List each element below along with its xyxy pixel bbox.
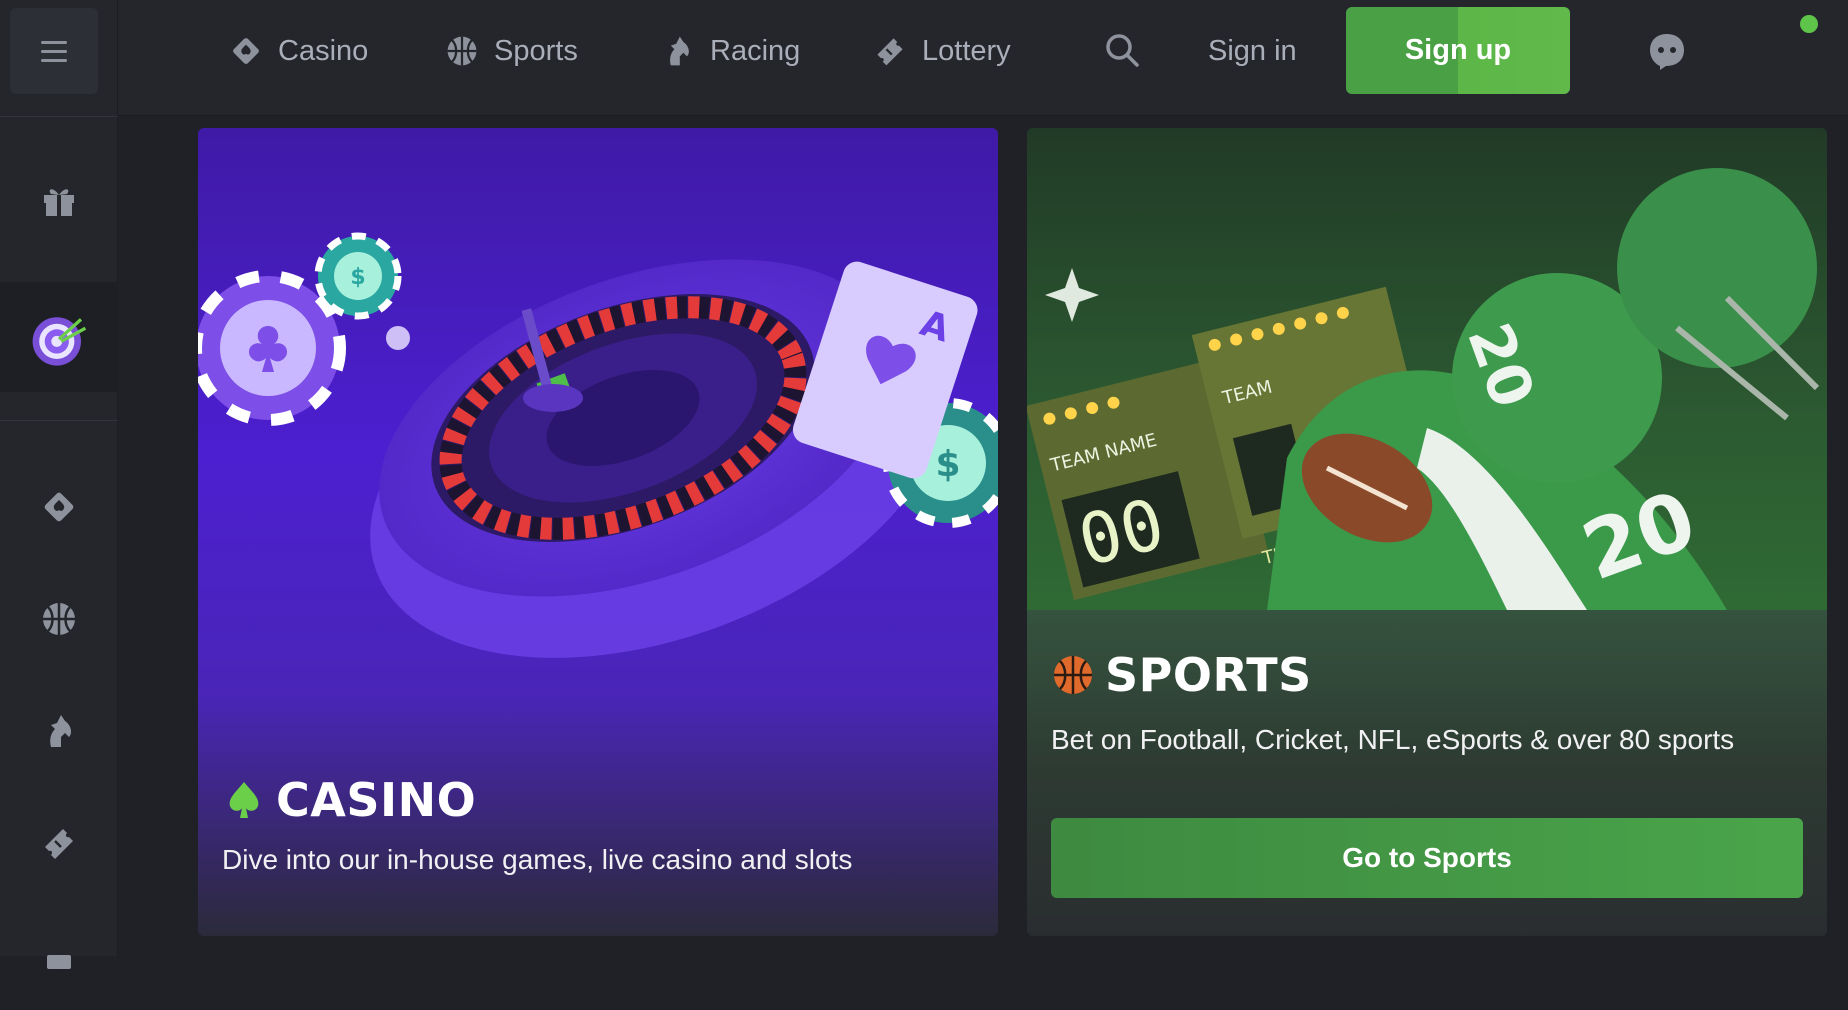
- football-player-illustration: TEAM NAME 00 TEAM TIME 20 20: [1027, 168, 1820, 610]
- nav-label: Casino: [278, 34, 369, 67]
- basketball-icon: [447, 36, 477, 66]
- nav-label: Racing: [710, 34, 801, 67]
- top-navigation: Casino Sports Racing Lottery Sign in Sig…: [118, 0, 1848, 116]
- basketball-icon: [43, 603, 75, 635]
- nav-racing[interactable]: Racing: [660, 28, 800, 74]
- horse-icon: [50, 715, 72, 747]
- dartboard-icon: [32, 317, 87, 366]
- ticket-icon: [45, 829, 73, 859]
- casino-heading: CASINO: [222, 773, 476, 827]
- casino-card-icon: [44, 492, 74, 522]
- nav-label: Sports: [494, 34, 578, 67]
- sports-heading: SPORTS: [1051, 648, 1312, 702]
- roulette-illustration: $ $ A: [198, 232, 998, 658]
- online-status-dot: [1800, 15, 1818, 33]
- casino-title: CASINO: [276, 773, 477, 827]
- nav-sports[interactable]: Sports: [444, 28, 578, 74]
- sidebar-divider: [0, 420, 118, 421]
- horse-icon: [670, 36, 689, 66]
- casino-description: Dive into our in-house games, live casin…: [222, 844, 853, 875]
- basketball-icon: [1054, 656, 1092, 694]
- casino-card[interactable]: $ $ A CASINO Dive into our in-house game…: [198, 128, 998, 936]
- poker-chip: [198, 270, 346, 426]
- sports-description: Bet on Football, Cricket, NFL, eSports &…: [1051, 724, 1735, 755]
- sidebar-item-casino[interactable]: [0, 452, 118, 562]
- sidebar-item-racing[interactable]: [0, 676, 118, 786]
- sports-illustration: TEAM NAME 00 TEAM TIME 20 20: [1027, 128, 1827, 610]
- sidebar-item-challenges[interactable]: [0, 282, 118, 392]
- sports-card[interactable]: TEAM NAME 00 TEAM TIME 20 20: [1027, 128, 1827, 936]
- sign-in-link[interactable]: Sign in: [1208, 28, 1297, 74]
- poker-chip: $: [314, 232, 402, 320]
- sidebar-item-sports[interactable]: [0, 564, 118, 674]
- chip-icon: [47, 955, 71, 969]
- sign-up-button[interactable]: Sign up: [1346, 7, 1570, 94]
- nav-label: Lottery: [922, 34, 1011, 67]
- chat-icon[interactable]: [1646, 30, 1688, 72]
- spade-icon: [229, 782, 259, 818]
- menu-icon: [41, 49, 67, 53]
- casino-card-icon: [233, 38, 259, 64]
- sidebar-item-lottery[interactable]: [0, 788, 118, 898]
- sidebar-item-promotions[interactable]: [0, 145, 118, 255]
- go-to-sports-button[interactable]: Go to Sports: [1051, 818, 1803, 898]
- svg-text:$: $: [935, 444, 960, 485]
- svg-text:$: $: [350, 265, 365, 290]
- sports-title: SPORTS: [1105, 648, 1312, 702]
- search-icon[interactable]: [1102, 30, 1142, 70]
- nav-casino[interactable]: Casino: [228, 28, 368, 74]
- gift-icon: [44, 189, 74, 216]
- menu-button[interactable]: [10, 8, 98, 94]
- sidebar-divider: [0, 116, 118, 117]
- ticket-icon: [877, 38, 903, 66]
- sidebar: [0, 0, 118, 969]
- nav-lottery[interactable]: Lottery: [872, 28, 1011, 74]
- sidebar-item-more[interactable]: [0, 900, 118, 1010]
